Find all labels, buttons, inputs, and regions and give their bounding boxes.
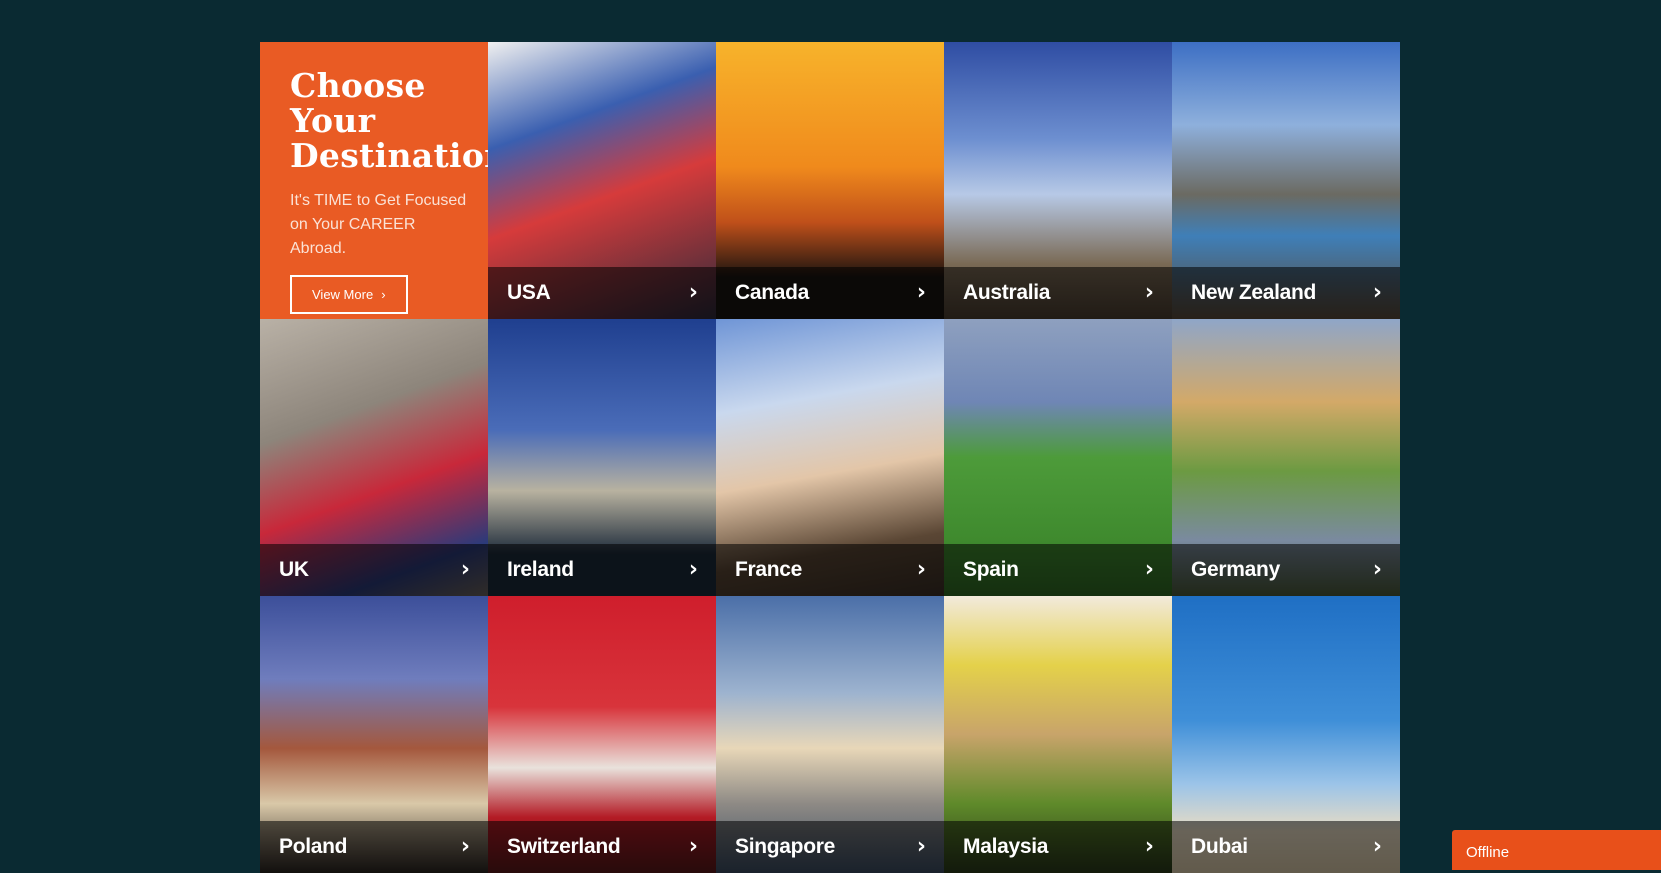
destination-name: Canada xyxy=(735,281,810,304)
destination-tile-malaysia[interactable]: Malaysia › xyxy=(944,596,1172,873)
destination-tile-dubai[interactable]: Dubai › xyxy=(1172,596,1400,873)
destination-name: Switzerland xyxy=(507,835,621,858)
view-more-label: View More xyxy=(312,287,374,302)
destination-tile-poland[interactable]: Poland › xyxy=(260,596,488,873)
destination-name: UK xyxy=(279,558,309,581)
destination-tile-uk[interactable]: UK › xyxy=(260,319,488,596)
chevron-right-icon: › xyxy=(1144,280,1154,305)
destination-tile-canada[interactable]: Canada › xyxy=(716,42,944,319)
destination-tile-switzerland[interactable]: Switzerland › xyxy=(488,596,716,873)
destination-grid: Choose Your Destination It's TIME to Get… xyxy=(260,42,1400,873)
destination-tile-ireland[interactable]: Ireland › xyxy=(488,319,716,596)
destination-name: USA xyxy=(507,281,551,304)
view-more-button[interactable]: View More › xyxy=(290,275,408,314)
chevron-right-icon: › xyxy=(381,287,386,302)
chevron-right-icon: › xyxy=(688,557,698,582)
destination-name: Germany xyxy=(1191,558,1280,581)
chevron-right-icon: › xyxy=(1144,557,1154,582)
destination-tile-new-zealand[interactable]: New Zealand › xyxy=(1172,42,1400,319)
destination-tile-spain[interactable]: Spain › xyxy=(944,319,1172,596)
destination-name: Poland xyxy=(279,835,348,858)
chevron-right-icon: › xyxy=(460,557,470,582)
destination-name: Dubai xyxy=(1191,835,1248,858)
destination-name: New Zealand xyxy=(1191,281,1317,304)
chevron-right-icon: › xyxy=(1372,834,1382,859)
chevron-right-icon: › xyxy=(460,834,470,859)
destination-tile-singapore[interactable]: Singapore › xyxy=(716,596,944,873)
destination-name: Singapore xyxy=(735,835,835,858)
destination-tile-australia[interactable]: Australia › xyxy=(944,42,1172,319)
chat-status-widget[interactable]: Offline xyxy=(1452,830,1661,870)
chevron-right-icon: › xyxy=(1372,557,1382,582)
chevron-right-icon: › xyxy=(916,834,926,859)
destination-name: Malaysia xyxy=(963,835,1049,858)
promo-title: Choose Your Destination xyxy=(290,66,509,175)
chevron-right-icon: › xyxy=(688,280,698,305)
destination-name: Australia xyxy=(963,281,1051,304)
destination-name: Ireland xyxy=(507,558,574,581)
chat-status-label: Offline xyxy=(1466,844,1510,861)
chevron-right-icon: › xyxy=(1144,834,1154,859)
destination-name: Spain xyxy=(963,558,1019,581)
destination-name: France xyxy=(735,558,803,581)
chevron-right-icon: › xyxy=(1372,280,1382,305)
chevron-right-icon: › xyxy=(916,280,926,305)
destination-tile-usa[interactable]: USA › xyxy=(488,42,716,319)
promo-subtitle: It's TIME to Get Focused on Your CAREER … xyxy=(290,192,467,257)
chevron-right-icon: › xyxy=(688,834,698,859)
destination-tile-germany[interactable]: Germany › xyxy=(1172,319,1400,596)
promo-panel: Choose Your Destination It's TIME to Get… xyxy=(260,42,509,319)
destination-tile-france[interactable]: France › xyxy=(716,319,944,596)
chevron-right-icon: › xyxy=(916,557,926,582)
